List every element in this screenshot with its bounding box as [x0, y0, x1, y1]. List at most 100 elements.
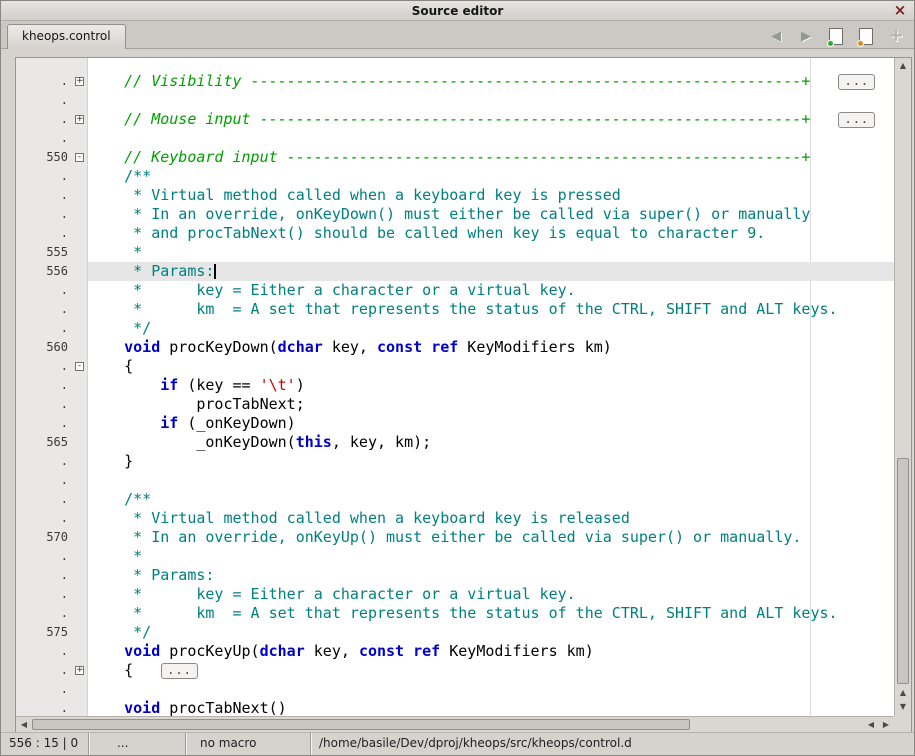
- code-line[interactable]: * km = A set that represents the status …: [88, 300, 894, 319]
- scroll-right-button[interactable]: ▶: [879, 718, 893, 732]
- code-token: *: [88, 547, 142, 565]
- horizontal-scroll-thumb[interactable]: [32, 719, 690, 730]
- gutter-dot: .: [16, 452, 73, 471]
- code-line[interactable]: * key = Either a character or a virtual …: [88, 585, 894, 604]
- arrow-left-icon: ◀: [21, 720, 27, 729]
- code-line[interactable]: [88, 91, 894, 110]
- arrow-right-icon: ▶: [883, 720, 889, 729]
- new-document-button[interactable]: [826, 26, 846, 46]
- scroll-up-secondary-button[interactable]: ▲: [895, 686, 911, 700]
- gutter-row: .: [16, 585, 87, 604]
- code-line[interactable]: * In an override, onKeyDown() must eithe…: [88, 205, 894, 224]
- code-line[interactable]: _onKeyDown(this, key, km);: [88, 433, 894, 452]
- code-line[interactable]: /**: [88, 167, 894, 186]
- open-document-button[interactable]: [856, 26, 876, 46]
- gutter-dot: .: [16, 224, 73, 243]
- fold-margin: +: [73, 72, 87, 91]
- close-icon: ×: [894, 1, 907, 19]
- code-line[interactable]: // Keyboard input ----------------------…: [88, 148, 894, 167]
- code-line[interactable]: */: [88, 623, 894, 642]
- code-line[interactable]: void procKeyUp(dchar key, const ref KeyM…: [88, 642, 894, 661]
- fold-expand-icon[interactable]: +: [75, 666, 84, 675]
- code-token: if: [160, 414, 178, 432]
- code-line[interactable]: /**: [88, 490, 894, 509]
- fold-collapse-icon[interactable]: -: [75, 153, 84, 162]
- gutter-row: 556: [16, 262, 87, 281]
- arrow-down-icon: ▼: [900, 702, 906, 711]
- scroll-up-button[interactable]: ▲: [895, 59, 911, 73]
- arrow-up-icon: ▲: [900, 688, 906, 697]
- code-line[interactable]: procTabNext;: [88, 395, 894, 414]
- code-line[interactable]: * Virtual method called when a keyboard …: [88, 186, 894, 205]
- detach-editor-button[interactable]: +: [886, 26, 906, 46]
- code-line[interactable]: // Visibility --------------------------…: [88, 72, 894, 91]
- tab-kheops-control[interactable]: kheops.control: [7, 24, 126, 49]
- status-caret-position: 556 : 15 | 0: [1, 733, 89, 755]
- code-token: void: [124, 699, 160, 716]
- status-extra: ...: [89, 733, 186, 755]
- code-line[interactable]: *: [88, 547, 894, 566]
- code-token: * key = Either a character or a virtual …: [88, 281, 576, 299]
- titlebar[interactable]: Source editor ×: [1, 1, 914, 21]
- scroll-down-button[interactable]: ▼: [895, 700, 911, 714]
- code-token: [422, 338, 431, 356]
- code-line[interactable]: * Virtual method called when a keyboard …: [88, 509, 894, 528]
- code-line[interactable]: void procTabNext(): [88, 699, 894, 716]
- code-line[interactable]: if (key == '\t'): [88, 376, 894, 395]
- fold-collapse-icon[interactable]: -: [75, 362, 84, 371]
- code-line[interactable]: */: [88, 319, 894, 338]
- code-line[interactable]: // Mouse input -------------------------…: [88, 110, 894, 129]
- gutter-line-number: 575: [16, 623, 73, 642]
- code-line[interactable]: [88, 129, 894, 148]
- fold-margin: [73, 129, 87, 148]
- code-line[interactable]: * and procTabNext() should be called whe…: [88, 224, 894, 243]
- code-line[interactable]: void procKeyDown(dchar key, const ref Ke…: [88, 338, 894, 357]
- gutter-line-number: 565: [16, 433, 73, 452]
- fold-margin: [73, 395, 87, 414]
- code-line[interactable]: * Params:: [88, 262, 894, 281]
- code-line[interactable]: [88, 680, 894, 699]
- vertical-scroll-thumb[interactable]: [897, 458, 909, 684]
- fold-margin: [73, 281, 87, 300]
- statusbar: 556 : 15 | 0 ... no macro /home/basile/D…: [1, 732, 914, 755]
- fold-expand-icon[interactable]: +: [75, 77, 84, 86]
- code-line[interactable]: {...: [88, 661, 894, 680]
- horizontal-scrollbar[interactable]: ◀ ◀ ▶: [16, 716, 894, 732]
- gutter-row: .: [16, 205, 87, 224]
- code-line[interactable]: * Params:: [88, 566, 894, 585]
- code-token: * key = Either a character or a virtual …: [88, 585, 576, 603]
- code-token: key,: [305, 642, 359, 660]
- scroll-left-button[interactable]: ◀: [17, 718, 31, 732]
- fold-margin: +: [73, 110, 87, 129]
- nav-back-button[interactable]: ◀: [766, 26, 786, 46]
- code-line[interactable]: *: [88, 243, 894, 262]
- code-token: '\t': [260, 376, 296, 394]
- gutter-line-number: 550: [16, 148, 73, 167]
- code-line[interactable]: * key = Either a character or a virtual …: [88, 281, 894, 300]
- folded-region-indicator[interactable]: ...: [838, 74, 875, 90]
- code-token: procTabNext;: [88, 395, 305, 413]
- code-line[interactable]: * In an override, onKeyUp() must either …: [88, 528, 894, 547]
- scroll-left-secondary-button[interactable]: ◀: [864, 718, 878, 732]
- fold-margin: [73, 604, 87, 623]
- code-token: [404, 642, 413, 660]
- folded-region-indicator[interactable]: ...: [838, 112, 875, 128]
- code-token: /**: [88, 490, 151, 508]
- code-line[interactable]: * km = A set that represents the status …: [88, 604, 894, 623]
- code-token: (key ==: [178, 376, 259, 394]
- vertical-scrollbar[interactable]: ▲ ▲ ▼: [894, 58, 911, 716]
- code-line[interactable]: {: [88, 357, 894, 376]
- fold-expand-icon[interactable]: +: [75, 115, 84, 124]
- gutter-row: .: [16, 167, 87, 186]
- nav-forward-button[interactable]: ▶: [796, 26, 816, 46]
- editor-viewport[interactable]: .+..+.550-....555556...560.-...565....57…: [16, 58, 894, 716]
- code-line[interactable]: if (_onKeyDown): [88, 414, 894, 433]
- gutter-dot: .: [16, 300, 73, 319]
- code-token: * Virtual method called when a keyboard …: [88, 509, 630, 527]
- code-line[interactable]: [88, 471, 894, 490]
- code-area[interactable]: // Visibility --------------------------…: [88, 58, 894, 716]
- code-line[interactable]: }: [88, 452, 894, 471]
- code-token: */: [88, 623, 151, 641]
- folded-region-indicator[interactable]: ...: [161, 663, 198, 679]
- close-window-button[interactable]: ×: [892, 1, 908, 21]
